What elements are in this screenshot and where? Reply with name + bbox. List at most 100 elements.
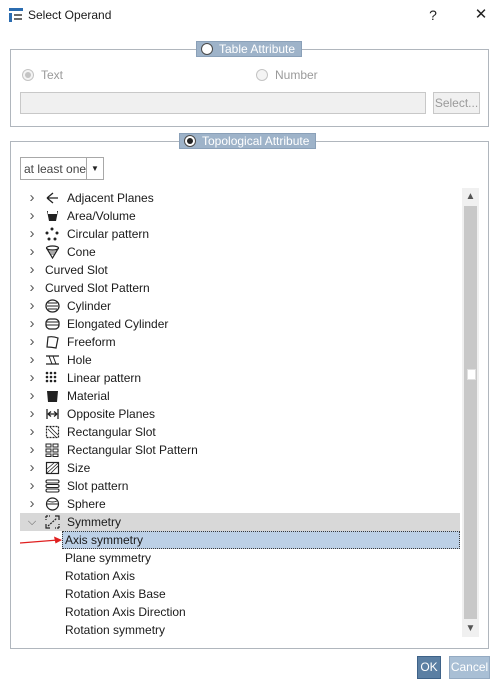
tree-node-label: Rotation Axis Direction [65,605,186,619]
chevron-right-icon[interactable]: › [27,261,37,279]
tree-node-label: Freeform [67,335,116,349]
circular-pattern-icon [45,227,59,241]
tree-node-label: Sphere [67,497,106,511]
tree-node[interactable]: › Cylinder [20,297,460,315]
chevron-right-icon[interactable]: › [27,351,37,369]
chevron-right-icon[interactable]: › [27,441,37,459]
tree-child-node[interactable]: Plane symmetry [20,549,460,567]
hole-icon [46,355,59,365]
chevron-right-icon[interactable]: › [27,225,37,243]
radio-selected-icon [184,135,196,147]
scroll-down-icon[interactable]: ▼ [462,620,479,637]
tree-node-label: Curved Slot [45,263,108,277]
topological-attribute-legend: Topological Attribute [202,134,310,148]
text-radio[interactable] [22,69,34,81]
tree-node[interactable]: › Linear pattern [20,369,460,387]
tree-node[interactable]: › Elongated Cylinder [20,315,460,333]
attribute-value-field[interactable] [20,92,426,114]
chevron-right-icon[interactable]: › [27,333,37,351]
chevron-right-icon[interactable]: › [27,477,37,495]
elongated-cylinder-icon [45,318,60,330]
tree-node[interactable]: › Adjacent Planes [20,189,460,207]
cone-icon [45,245,60,259]
tree-node[interactable]: › Curved Slot Pattern [20,279,460,297]
opposite-planes-icon [46,409,59,419]
mode-dropdown[interactable]: at least one ▼ [20,157,104,180]
tree-node-label: Plane symmetry [65,551,152,565]
close-button[interactable]: ✕ [466,0,496,30]
tree-node-label: Rotation Axis Base [65,587,166,601]
sphere-icon [45,497,60,511]
chevron-right-icon[interactable]: › [27,459,37,477]
scroll-grip-icon [467,369,476,380]
chevron-down-icon[interactable]: ▼ [86,158,103,179]
tree-node-label: Curved Slot Pattern [45,281,150,295]
tree-child-node[interactable]: Rotation Axis Base [20,585,460,603]
chevron-right-icon[interactable]: › [27,315,37,333]
table-attribute-legend: Table Attribute [219,42,296,56]
cylinder-icon [45,299,60,313]
help-button[interactable]: ? [418,0,448,30]
chevron-right-icon[interactable]: › [27,243,37,261]
chevron-right-icon[interactable]: › [27,405,37,423]
tree-scrollbar[interactable]: ▲ ▼ [462,188,479,637]
tree-node[interactable]: › Cone [20,243,460,261]
chevron-right-icon[interactable]: › [27,423,37,441]
cancel-button[interactable]: Cancel [449,656,490,679]
tree-node[interactable]: › Rectangular Slot Pattern [20,441,460,459]
tree-node[interactable]: › Freeform [20,333,460,351]
chevron-down-icon[interactable]: ⌵ [27,513,37,531]
adjacent-planes-icon [46,192,58,204]
tree-node-label: Symmetry [67,515,121,529]
rectangular-slot-icon [45,425,60,439]
ok-button[interactable]: OK [417,656,441,679]
tree-node-label: Rotation symmetry [65,623,166,637]
select-button[interactable]: Select... [433,92,480,114]
chevron-right-icon[interactable]: › [27,495,37,513]
tree-child-node[interactable]: Rotation Axis [20,567,460,585]
tree-node[interactable]: › Hole [20,351,460,369]
chevron-right-icon[interactable]: › [27,189,37,207]
chevron-right-icon[interactable]: › [27,369,37,387]
tree-node[interactable]: › Sphere [20,495,460,513]
topological-attribute-radio[interactable]: Topological Attribute [179,133,317,149]
scroll-thumb[interactable] [464,206,477,619]
window-title: Select Operand [28,8,112,22]
tree-node[interactable]: › Area/Volume [20,207,460,225]
tree-node-label: Cone [67,245,96,259]
rectangular-slot-pattern-icon [45,443,59,457]
tree-node-label: Hole [67,353,92,367]
chevron-right-icon[interactable]: › [27,297,37,315]
tree-node[interactable]: › Circular pattern [20,225,460,243]
area-volume-icon [47,211,58,221]
tree-node-label: Circular pattern [67,227,150,241]
table-attribute-group [10,49,489,127]
chevron-right-icon[interactable]: › [27,387,37,405]
chevron-right-icon[interactable]: › [27,207,37,225]
tree-node-label: Slot pattern [67,479,129,493]
freeform-icon [46,336,59,349]
linear-pattern-icon [45,371,57,383]
chevron-right-icon[interactable]: › [27,279,37,297]
tree-node[interactable]: › Material [20,387,460,405]
tree-node[interactable]: › Rectangular Slot [20,423,460,441]
radio-icon [201,43,213,55]
tree-node-label: Opposite Planes [67,407,156,421]
tree-node-label: Cylinder [67,299,112,313]
tree-node[interactable]: ⌵ Symmetry [20,513,460,531]
number-radio[interactable] [256,69,268,81]
tree-node[interactable]: › Size [20,459,460,477]
tree-child-node[interactable]: Rotation symmetry [20,621,460,639]
tree-node[interactable]: › Curved Slot [20,261,460,279]
tree-child-node[interactable]: Axis symmetry [20,531,460,549]
symmetry-icon [45,515,60,529]
tree-node[interactable]: › Slot pattern [20,477,460,495]
tree-child-node[interactable]: Rotation Axis Direction [20,603,460,621]
tree-node-label: Material [67,389,110,403]
table-attribute-radio[interactable]: Table Attribute [196,41,303,57]
slot-pattern-icon [45,479,60,493]
scroll-up-icon[interactable]: ▲ [462,188,479,205]
app-icon [9,8,23,22]
tree-node[interactable]: › Opposite Planes [20,405,460,423]
tree-node-label: Size [67,461,91,475]
